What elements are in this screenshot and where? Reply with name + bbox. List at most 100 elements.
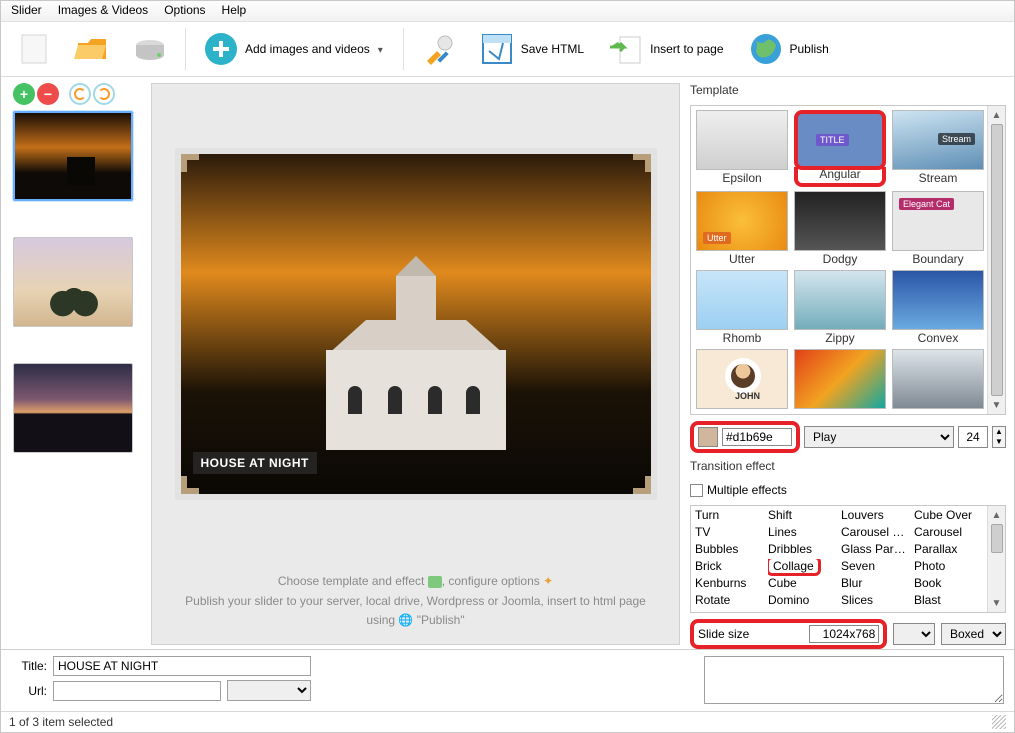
effect-slices[interactable]: Slices	[841, 593, 910, 610]
tools-icon	[419, 29, 459, 69]
save-button[interactable]	[123, 26, 177, 72]
open-button[interactable]	[65, 26, 119, 72]
rotate-right-button[interactable]	[93, 83, 115, 105]
templates-grid: Epsilon TITLEAngular StreamStream UtterU…	[691, 106, 987, 414]
publish-button[interactable]: Publish	[739, 26, 840, 72]
resize-grip-icon[interactable]	[992, 715, 1006, 729]
insert-icon	[606, 29, 646, 69]
thumb-tools: + −	[13, 83, 144, 105]
color-swatch[interactable]	[698, 427, 718, 447]
effect-lines[interactable]: Lines	[768, 525, 837, 542]
font-select[interactable]: Play	[804, 426, 954, 448]
effect-kenburns[interactable]: Kenburns	[695, 576, 764, 593]
hint-text: Choose template and effect , configure o…	[152, 564, 679, 644]
menu-options[interactable]: Options	[164, 3, 205, 17]
template-dodgy[interactable]: Dodgy	[793, 191, 887, 266]
url-target-select[interactable]	[227, 680, 311, 701]
slide-size-input[interactable]	[809, 625, 879, 643]
scroll-down-icon[interactable]: ▼	[990, 596, 1004, 610]
effect-blur[interactable]: Blur	[841, 576, 910, 593]
main-toolbar: Add images and videos Save HTML Insert t…	[1, 22, 1014, 77]
thumbnail-1[interactable]	[13, 111, 133, 201]
slide-size-select[interactable]	[893, 623, 935, 645]
effect-domino[interactable]: Domino	[768, 593, 837, 610]
layout-select[interactable]: Boxed	[941, 623, 1006, 645]
crop-handle-br[interactable]	[633, 476, 651, 494]
effect-parallax[interactable]: Parallax	[914, 542, 983, 559]
slide-preview[interactable]: HOUSE AT NIGHT	[181, 154, 651, 494]
url-input[interactable]	[53, 681, 221, 701]
template-heading: Template	[690, 83, 1006, 97]
template-epsilon[interactable]: Epsilon	[695, 110, 789, 187]
template-john[interactable]: JOHN	[695, 349, 789, 410]
effect-carouselb[interactable]: Carousel B...	[841, 525, 910, 542]
template-angular[interactable]: TITLEAngular	[793, 110, 887, 187]
remove-slide-button[interactable]: −	[37, 83, 59, 105]
add-images-button[interactable]: Add images and videos	[194, 26, 395, 72]
effect-glass[interactable]: Glass Parall...	[841, 542, 910, 559]
new-button[interactable]	[7, 26, 61, 72]
template-zippy[interactable]: Zippy	[793, 270, 887, 345]
add-slide-button[interactable]: +	[13, 83, 35, 105]
effect-bubbles[interactable]: Bubbles	[695, 542, 764, 559]
effect-blast[interactable]: Blast	[914, 593, 983, 610]
effect-louvers[interactable]: Louvers	[841, 508, 910, 525]
menu-help[interactable]: Help	[222, 3, 247, 17]
scroll-thumb[interactable]	[991, 524, 1003, 553]
template-boundary[interactable]: Elegant CatBoundary	[891, 191, 985, 266]
effect-tv[interactable]: TV	[695, 525, 764, 542]
slide-caption[interactable]: HOUSE AT NIGHT	[193, 452, 317, 474]
save-html-button[interactable]: Save HTML	[470, 26, 595, 72]
template-convex[interactable]: Convex	[891, 270, 985, 345]
effect-rotate[interactable]: Rotate	[695, 593, 764, 610]
effect-cubeover[interactable]: Cube Over	[914, 508, 983, 525]
scroll-up-icon[interactable]: ▲	[990, 508, 1004, 522]
effect-cube[interactable]: Cube	[768, 576, 837, 593]
effects-scrollbar[interactable]: ▲ ▼	[987, 506, 1005, 612]
crop-handle-tl[interactable]	[181, 154, 199, 172]
crop-handle-tr[interactable]	[633, 154, 651, 172]
description-textarea[interactable]	[704, 656, 1004, 704]
rotate-left-button[interactable]	[69, 83, 91, 105]
multiple-effects-checkbox[interactable]	[690, 484, 703, 497]
preview-panel: HOUSE AT NIGHT Choose template and effec…	[151, 83, 680, 645]
template-utter[interactable]: UtterUtter	[695, 191, 789, 266]
thumbnail-3[interactable]	[13, 363, 133, 453]
multiple-effects-row[interactable]: Multiple effects	[690, 483, 1006, 497]
color-hex-input[interactable]	[722, 428, 792, 446]
effect-shift[interactable]: Shift	[768, 508, 837, 525]
open-folder-icon	[72, 29, 112, 69]
menu-images-videos[interactable]: Images & Videos	[58, 3, 149, 17]
slide-size-group: Slide size	[690, 619, 887, 649]
effect-photo[interactable]: Photo	[914, 559, 983, 576]
title-input[interactable]	[53, 656, 311, 676]
effect-brick[interactable]: Brick	[695, 559, 764, 576]
thumbnail-2[interactable]	[13, 237, 133, 327]
crop-handle-bl[interactable]	[181, 476, 199, 494]
effect-collage[interactable]: Collage	[768, 559, 837, 576]
right-panel: Template Epsilon TITLEAngular StreamStre…	[684, 77, 1014, 649]
effect-seven[interactable]: Seven	[841, 559, 910, 576]
properties-button[interactable]	[412, 26, 466, 72]
template-mountain[interactable]	[891, 349, 985, 410]
slide-image	[296, 320, 536, 470]
template-rhomb[interactable]: Rhomb	[695, 270, 789, 345]
slide-size-label: Slide size	[698, 627, 749, 641]
scroll-down-icon[interactable]: ▼	[990, 398, 1004, 412]
effect-book[interactable]: Book	[914, 576, 983, 593]
scroll-up-icon[interactable]: ▲	[990, 108, 1004, 122]
scroll-thumb[interactable]	[991, 124, 1003, 396]
bottom-fields: Title: Url:	[1, 649, 1014, 711]
effect-dribbles[interactable]: Dribbles	[768, 542, 837, 559]
font-size-spinner[interactable]: ▲▼	[992, 426, 1006, 448]
publish-label: Publish	[790, 42, 833, 56]
insert-page-button[interactable]: Insert to page	[599, 26, 734, 72]
menu-slider[interactable]: Slider	[11, 3, 42, 17]
dropdown-caret-icon[interactable]	[378, 42, 388, 56]
template-stream[interactable]: StreamStream	[891, 110, 985, 187]
effect-turn[interactable]: Turn	[695, 508, 764, 525]
template-material[interactable]	[793, 349, 887, 410]
templates-scrollbar[interactable]: ▲ ▼	[987, 106, 1005, 414]
font-size-input[interactable]	[958, 426, 988, 448]
effect-carousel[interactable]: Carousel	[914, 525, 983, 542]
